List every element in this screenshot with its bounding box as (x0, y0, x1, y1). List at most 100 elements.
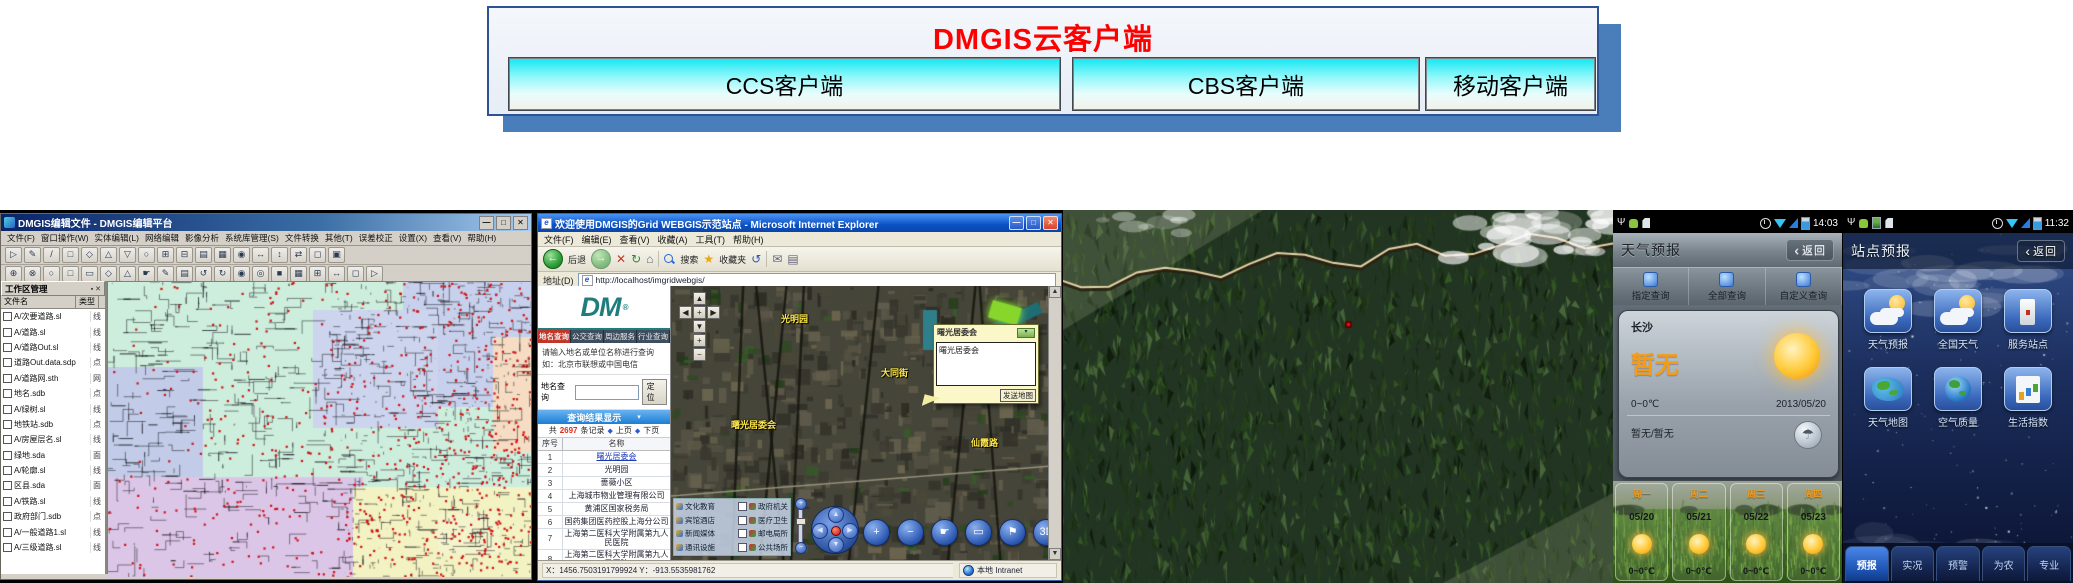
toolbar-icon[interactable]: ◇ (81, 247, 98, 263)
bottom-tab[interactable]: 预报 (1845, 546, 1889, 581)
favorites-icon[interactable]: ★ (703, 253, 714, 265)
back-icon[interactable]: ← (543, 249, 563, 269)
ie-titlebar[interactable]: e 欢迎使用DMGIS的Grid WEBGIS示范站点 - Microsoft … (538, 214, 1061, 232)
stop-icon[interactable]: ✕ (616, 253, 626, 265)
layer-checkbox[interactable] (3, 404, 12, 414)
toolbar-icon[interactable]: ▦ (214, 247, 231, 263)
layer-row[interactable]: 区县.sda 面 (1, 478, 105, 493)
layer-checkbox[interactable] (3, 543, 12, 553)
result-name-link[interactable]: 黄浦区国家税务局 (563, 504, 670, 515)
toolbar-icon[interactable]: ↔ (252, 247, 269, 263)
toolbar-icon[interactable]: ◎ (252, 266, 269, 282)
minimize-button[interactable]: — (1009, 216, 1024, 230)
toolbar-icon[interactable]: ↺ (195, 266, 212, 282)
minimize-button[interactable]: — (479, 215, 494, 230)
toolbar-icon[interactable]: ◉ (233, 266, 250, 282)
legend-checkbox[interactable] (738, 542, 747, 552)
layer-checkbox[interactable] (3, 327, 12, 337)
layer-checkbox[interactable] (3, 373, 12, 383)
satellite-map-view[interactable]: 曙光居委会 仙霞路 大同街 光明园 ▲ ◀ + ▶ ▼ + − 曙光居委会 ▾ … (671, 286, 1048, 560)
menu-item[interactable]: 其他(T) (325, 232, 353, 244)
toolbar-icon[interactable]: ⇄ (290, 247, 307, 263)
legend-checkbox[interactable] (738, 515, 747, 525)
result-row[interactable]: 8 上海第二医科大学附属第九人民医院 (538, 549, 670, 560)
toolbar-icon[interactable]: □ (62, 247, 79, 263)
toolbar-icon[interactable]: ↔ (328, 266, 345, 282)
maximize-button[interactable]: □ (496, 215, 511, 230)
legend-label[interactable]: 通讯设施 (685, 542, 715, 553)
scroll-up-button[interactable]: ▲ (1049, 286, 1061, 298)
app-shortcut[interactable]: 生活指数 (1993, 367, 2063, 429)
bottom-tab[interactable]: 为农 (1981, 546, 2026, 581)
legend-label[interactable]: 医疗卫生 (758, 515, 788, 526)
menu-item[interactable]: 工具(T) (696, 233, 726, 246)
bottom-tab[interactable]: 预警 (1936, 546, 1980, 581)
prev-page-link[interactable]: 上页 (616, 425, 632, 436)
zoom-out-button[interactable]: − (693, 348, 706, 361)
history-icon[interactable]: ↺ (751, 253, 761, 265)
compass-south-button[interactable]: ▼ (828, 537, 844, 553)
legend-label[interactable]: 公共场所 (758, 542, 788, 553)
collapse-icon[interactable]: ▾ (637, 413, 641, 421)
placename-search-input[interactable] (574, 384, 639, 400)
compass-north-button[interactable]: ▲ (828, 507, 844, 523)
gis-map-canvas[interactable] (108, 282, 531, 577)
favorites-label[interactable]: 收藏夹 (719, 253, 746, 266)
query-tab[interactable]: 指定查询 (1613, 268, 1690, 306)
pan-down-button[interactable]: ▼ (693, 320, 706, 333)
pan-left-button[interactable]: ◀ (679, 306, 692, 319)
menu-item[interactable]: 网络编辑 (145, 232, 179, 244)
toolbar-icon[interactable]: ○ (138, 247, 155, 263)
app-shortcut[interactable]: 天气地图 (1853, 367, 1923, 429)
page-scrollbar[interactable]: ▲ ▼ (1048, 286, 1061, 560)
toolbar-icon[interactable]: ▷ (366, 266, 383, 282)
maximize-button[interactable]: □ (1026, 216, 1041, 230)
menu-item[interactable]: 编辑(E) (582, 233, 612, 246)
layer-checkbox[interactable] (3, 527, 12, 537)
menu-item[interactable]: 窗口操作(W) (41, 232, 89, 244)
app-icon[interactable] (1864, 367, 1912, 411)
forward-icon[interactable]: → (591, 249, 612, 269)
result-row[interactable]: 2 光明园 (538, 464, 670, 478)
home-icon[interactable]: ⌂ (646, 253, 653, 265)
bottom-tab[interactable]: 专业 (2027, 546, 2071, 581)
layer-checkbox[interactable] (3, 512, 12, 522)
search-label[interactable]: 搜索 (680, 253, 698, 266)
back-label[interactable]: 后退 (568, 253, 586, 266)
map-tool-button[interactable]: − (897, 519, 924, 546)
zoom-in-button[interactable]: + (693, 334, 706, 347)
compass-west-button[interactable]: ◀ (812, 523, 828, 539)
layer-checkbox[interactable] (3, 450, 12, 460)
layer-row[interactable]: A/道路网.sth 网 (1, 371, 105, 386)
toolbar-icon[interactable]: ▤ (195, 247, 212, 263)
layer-row[interactable]: A/绿树.sl 线 (1, 401, 105, 416)
map-tool-button[interactable]: ⚑ (999, 519, 1026, 546)
toolbar-icon[interactable]: ⊟ (176, 247, 193, 263)
layer-row[interactable]: 地名.sdb 点 (1, 386, 105, 401)
layer-row[interactable]: 道路Out.data.sdp 点 (1, 355, 105, 370)
app-shortcut[interactable]: 天气预报 (1853, 289, 1923, 351)
toolbar-icon[interactable]: ↻ (214, 266, 231, 282)
result-name-link[interactable]: 光明园 (563, 465, 670, 476)
menu-item[interactable]: 影像分析 (185, 232, 219, 244)
close-button[interactable]: ✕ (1043, 216, 1058, 230)
sidebar-tab[interactable]: 公交查询 (571, 330, 604, 343)
menu-item[interactable]: 实体编辑(L) (95, 232, 139, 244)
print-icon[interactable]: ▤ (787, 253, 798, 265)
layer-checkbox[interactable] (3, 496, 12, 506)
toolbar-icon[interactable]: ✎ (24, 247, 41, 263)
popup-dropdown-icon[interactable]: ▾ (1017, 327, 1035, 338)
menu-item[interactable]: 帮助(H) (733, 233, 764, 246)
toolbar-icon[interactable]: ▭ (81, 266, 98, 282)
address-field[interactable]: e http://localhost/imgridwebgis/ (577, 273, 1056, 287)
legend-label[interactable]: 邮电局所 (758, 528, 788, 539)
toolbar-icon[interactable]: □ (62, 266, 79, 282)
sidebar-tab[interactable]: 行业查询 (637, 330, 670, 343)
compass-east-button[interactable]: ▶ (842, 523, 858, 539)
current-weather-card[interactable]: 长沙 暂无 0~0℃ 2013/05/20 暂无/暂无 ☂ (1618, 310, 1839, 478)
result-row[interactable]: 5 黄浦区国家税务局 (538, 503, 670, 517)
map-tool-button[interactable]: + (863, 519, 890, 546)
toolbar-icon[interactable]: ▦ (290, 266, 307, 282)
toolbar-icon[interactable]: △ (100, 247, 117, 263)
legend-label[interactable]: 新闻媒体 (685, 528, 715, 539)
